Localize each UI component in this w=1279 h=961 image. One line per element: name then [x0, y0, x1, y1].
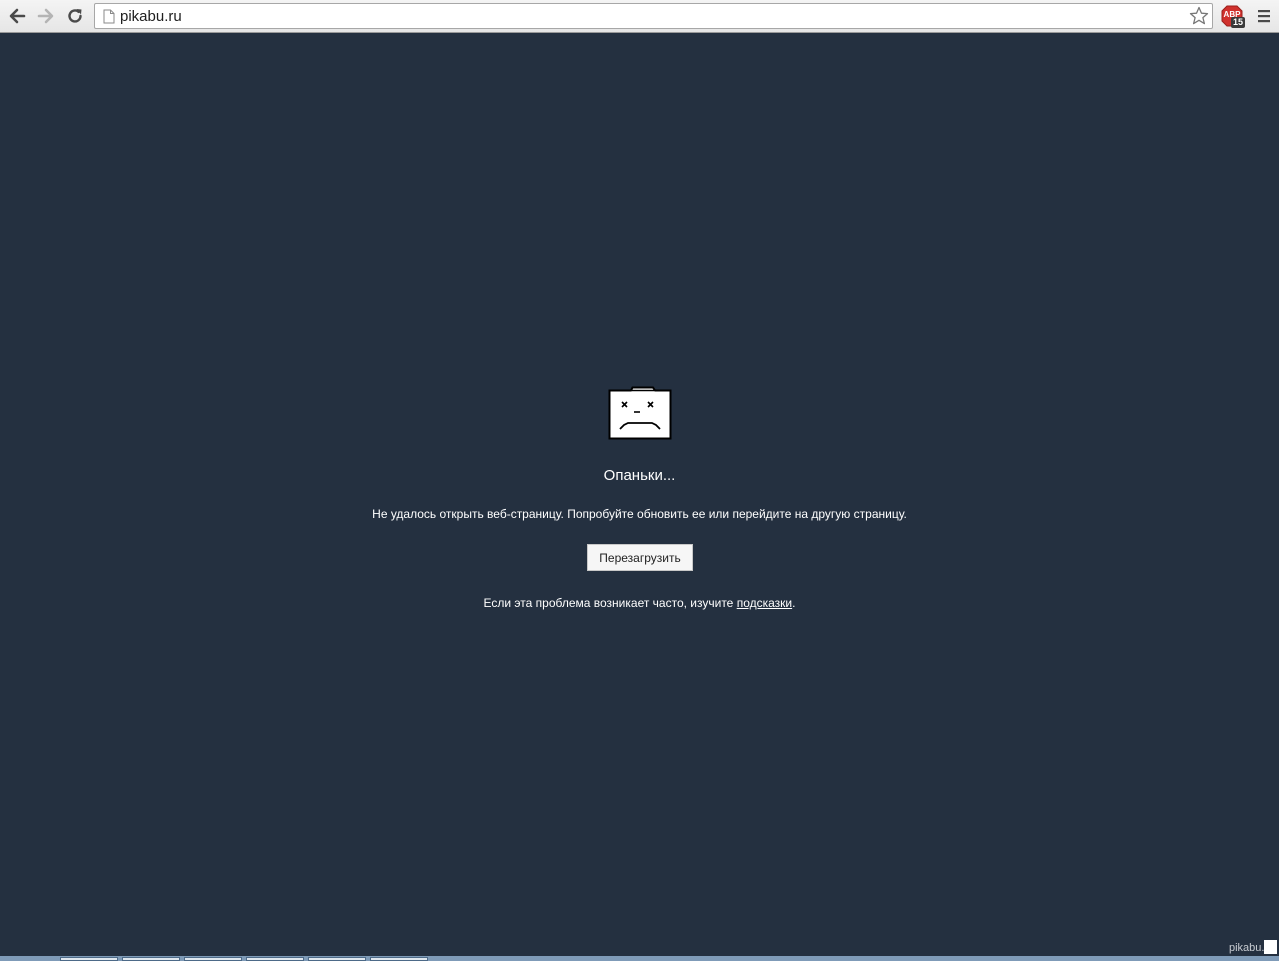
- help-link[interactable]: подсказки: [737, 596, 792, 610]
- error-message: Не удалось открыть веб-страницу. Попробу…: [372, 507, 907, 521]
- taskbar-item[interactable]: [308, 957, 366, 961]
- browser-toolbar: pikabu.ru ABP 15: [0, 0, 1279, 33]
- taskbar-item[interactable]: [60, 957, 118, 961]
- hamburger-menu-icon: [1258, 10, 1270, 23]
- forward-button[interactable]: [34, 4, 58, 28]
- address-bar[interactable]: pikabu.ru: [94, 3, 1213, 29]
- back-arrow-icon: [9, 8, 26, 24]
- reload-button[interactable]: Перезагрузить: [587, 544, 693, 571]
- taskbar-item[interactable]: [184, 957, 242, 961]
- sad-tab-icon: [608, 386, 672, 440]
- url-text: pikabu.ru: [120, 8, 182, 25]
- help-prefix: Если эта проблема возникает часто, изучи…: [483, 596, 737, 610]
- forward-arrow-icon: [37, 8, 54, 24]
- browser-menu-button[interactable]: [1254, 6, 1274, 26]
- adblock-extension-button[interactable]: ABP 15: [1221, 5, 1245, 29]
- taskbar-item[interactable]: [370, 957, 428, 961]
- taskbar-item[interactable]: [122, 957, 180, 961]
- reload-icon: [68, 9, 82, 23]
- help-suffix: .: [792, 596, 796, 610]
- error-page: Опаньки... Не удалось открыть веб-страни…: [0, 34, 1279, 956]
- error-title: Опаньки...: [603, 467, 676, 484]
- page-icon: [103, 9, 115, 24]
- help-text: Если эта проблема возникает часто, изучи…: [0, 596, 1279, 610]
- star-icon[interactable]: [1189, 6, 1209, 26]
- back-button[interactable]: [5, 4, 29, 28]
- adblock-badge: 15: [1231, 17, 1245, 28]
- taskbar-item[interactable]: [246, 957, 304, 961]
- reload-page-button[interactable]: [63, 4, 87, 28]
- watermark-box: [1264, 940, 1277, 954]
